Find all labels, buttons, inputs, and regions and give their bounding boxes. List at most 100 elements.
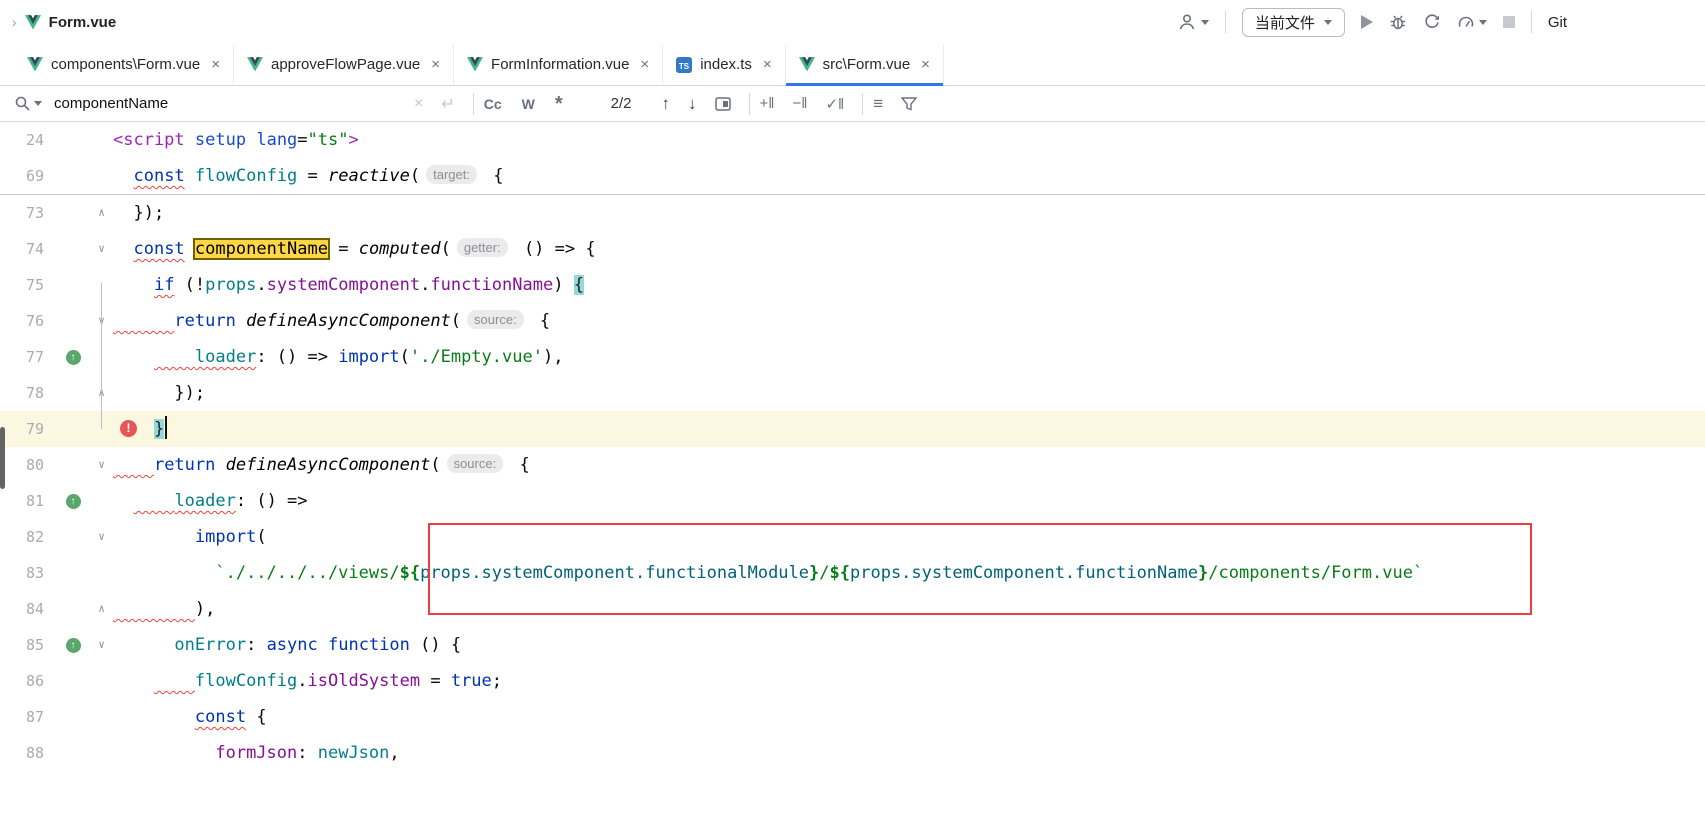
code-token: const [195,707,246,727]
tab-close-icon[interactable]: × [921,56,930,73]
code-token: } [809,563,819,583]
line-number: 81 [0,483,56,519]
fold-marker-icon[interactable]: ∨ [98,303,105,339]
fold-marker-icon[interactable]: ∧ [98,591,105,627]
code-token [113,671,154,691]
regex-toggle[interactable]: * [555,99,563,109]
tab-close-icon[interactable]: × [763,56,772,73]
editor-tab[interactable]: TSindex.ts× [663,44,785,85]
gutter-arrow-icon[interactable]: ↑ [66,350,81,365]
code-line-78[interactable]: 78∧ }); [0,375,1705,411]
clear-search-icon[interactable]: × [414,95,423,113]
whole-words-toggle[interactable]: W [522,96,535,112]
inlay-hint: target: [426,165,477,184]
gutter-arrow-icon[interactable]: ↑ [66,638,81,653]
match-case-toggle[interactable]: Cc [484,96,502,112]
code-line-24[interactable]: 24<script setup lang="ts"> [0,122,1705,158]
fold-marker-icon[interactable]: ∧ [98,375,105,411]
line-number: 87 [0,699,56,735]
code-token: loader [195,347,256,367]
code-editor[interactable]: 24<script setup lang="ts">69 const flowC… [0,122,1705,771]
editor-tab[interactable]: components\Form.vue× [14,44,234,85]
run-config-selector[interactable]: 当前文件 [1242,8,1345,37]
run-button[interactable] [1361,15,1373,29]
code-line-79[interactable]: 79 }! [0,411,1705,447]
code-line-74[interactable]: 74∨ const componentName = computed(gette… [0,231,1705,267]
inlay-hint: source: [447,454,504,473]
code-token [133,491,174,511]
code-token: /components/Form.vue` [1208,563,1423,583]
fold-marker-icon[interactable]: ∨ [98,231,105,267]
profiler-button[interactable] [1457,13,1487,31]
code-text: return defineAsyncComponent(source: { [113,447,1705,483]
next-match-button[interactable]: ↓ [688,94,697,114]
code-token: . [420,275,430,295]
search-options-button[interactable]: ≡ [873,94,883,114]
tab-label: approveFlowPage.vue [271,56,420,73]
code-line-82[interactable]: 82∨ import( [0,519,1705,555]
stop-button[interactable] [1503,16,1515,28]
tab-close-icon[interactable]: × [211,56,220,73]
search-input[interactable]: componentName [54,95,414,112]
vcs-widget[interactable]: Git [1548,14,1567,31]
line-number: 84 [0,591,56,627]
fold-marker-icon[interactable]: ∨ [98,519,105,555]
title-bar: › Form.vue 当前文件 Git [0,0,1705,44]
code-line-87[interactable]: 87 const { [0,699,1705,735]
code-line-84[interactable]: 84∧ ), [0,591,1705,627]
code-token: functionName [430,275,553,295]
select-all-occurrences-button[interactable]: ✓‖ [825,95,844,113]
editor-tab[interactable]: approveFlowPage.vue × [234,44,454,85]
brace-match: } [154,419,164,439]
debug-button[interactable] [1389,13,1407,31]
code-line-83[interactable]: 83 `./../../../views/${props.systemCompo… [0,555,1705,591]
code-token: "ts" [308,130,349,150]
code-line-86[interactable]: 86 flowConfig.isOldSystem = true; [0,663,1705,699]
line-number: 79 [0,411,56,447]
code-line-88[interactable]: 88 formJson: newJson, [0,735,1705,771]
code-token: { [483,166,503,186]
previous-match-button[interactable]: ↑ [662,94,671,114]
code-line-77[interactable]: 77↑ loader: () => import('./Empty.vue'), [0,339,1705,375]
editor-tab[interactable]: src\Form.vue× [786,44,944,85]
code-token: loader [174,491,235,511]
fold-marker-icon[interactable]: ∨ [98,447,105,483]
fold-marker-icon[interactable]: ∨ [98,627,105,663]
code-token: ( [451,311,461,331]
code-token: = [297,130,307,150]
user-account-button[interactable] [1177,12,1209,32]
code-line-75[interactable]: 75 if (!props.systemComponent.functionNa… [0,267,1705,303]
code-text: flowConfig.isOldSystem = true; [113,663,1705,699]
filter-button[interactable] [901,97,917,111]
find-bar: componentName × ↵ Cc W * 2/2 ↑ ↓ +‖ −‖ ✓… [0,86,1705,122]
code-line-80[interactable]: 80∨ return defineAsyncComponent(source: … [0,447,1705,483]
add-occurrence-button[interactable]: +‖ [760,95,775,112]
gutter-arrow-icon[interactable]: ↑ [66,494,81,509]
editor-tab[interactable]: FormInformation.vue× [454,44,663,85]
code-token: props [205,275,256,295]
chevron-down-icon [34,101,42,106]
code-token: }); [113,383,205,403]
search-dropdown-button[interactable] [14,95,42,112]
code-token: ), [543,347,563,367]
code-token: return [174,311,235,331]
code-token: function [328,635,410,655]
tab-close-icon[interactable]: × [431,56,440,73]
tab-close-icon[interactable]: × [640,56,649,73]
code-line-73[interactable]: 73∧ }); [0,195,1705,231]
divider [1225,11,1226,33]
code-line-85[interactable]: 85↑∨ onError: async function () { [0,627,1705,663]
code-line-81[interactable]: 81↑ loader: () => [0,483,1705,519]
code-token [113,635,174,655]
code-token: / [819,563,829,583]
open-in-find-window-button[interactable] [715,97,731,111]
code-token: (! [174,275,205,295]
coverage-button[interactable] [1423,13,1441,31]
newline-icon[interactable]: ↵ [441,94,454,114]
code-line-76[interactable]: 76∨ return defineAsyncComponent(source: … [0,303,1705,339]
error-icon[interactable]: ! [120,420,137,437]
person-icon [1177,12,1197,32]
code-line-69[interactable]: 69 const flowConfig = reactive(target: { [0,158,1705,194]
fold-marker-icon[interactable]: ∧ [98,195,105,231]
remove-occurrence-button[interactable]: −‖ [793,95,808,112]
